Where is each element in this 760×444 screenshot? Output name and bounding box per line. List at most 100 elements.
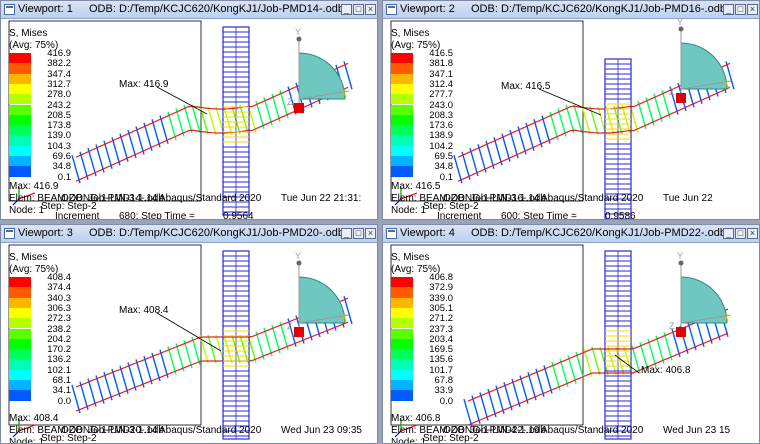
legend-swatch xyxy=(391,156,413,166)
svg-text:X: X xyxy=(723,79,729,89)
step-time-value: 0.9586 xyxy=(605,211,636,220)
viewport-2[interactable]: Viewport: 2 ODB: D:/Temp/KCJC620/KongKJ1/… xyxy=(382,0,760,220)
max-value-label: Max: 406.8 xyxy=(641,365,690,376)
viewport-odb-path: ODB: D:/Temp/KCJC620/KongKJ1/Job-PMD20-.… xyxy=(89,227,344,239)
viewport-title-bar[interactable]: Viewport: 2 ODB: D:/Temp/KCJC620/KongKJ1/… xyxy=(383,1,759,19)
svg-text:X: X xyxy=(341,313,347,323)
viewport-canvas[interactable]: Y Z X S, Mises (Avg: 75%) 408.4 374.4 340.3 306.… xyxy=(1,243,378,444)
close-button[interactable]: × xyxy=(747,228,758,239)
legend-swatch xyxy=(391,53,413,63)
close-button[interactable]: × xyxy=(747,4,758,15)
legend-value: 0.0 xyxy=(417,396,453,407)
viewport-canvas[interactable]: Y Z X S, Mises (Avg: 75%) 416.9 382.2 347.4 312.… xyxy=(1,19,378,220)
date-label: Wed Jun 23 09:35 xyxy=(281,425,362,436)
legend-swatch xyxy=(9,390,31,400)
viewport-canvas[interactable]: Y Z X S, Mises (Avg: 75%) 416.5 381.8 347.1 312.… xyxy=(383,19,760,220)
legend-swatch xyxy=(391,84,413,94)
legend-swatch xyxy=(9,135,31,145)
step-time-value: 0.9564 xyxy=(223,211,254,220)
viewport-title-bar[interactable]: Viewport: 4 ODB: D:/Temp/KCJC620/KongKJ1/… xyxy=(383,225,759,243)
viewport-title-bar[interactable]: Viewport: 3 ODB: D:/Temp/KCJC620/KongKJ1/… xyxy=(1,225,377,243)
viewport-name: Viewport: 2 xyxy=(400,3,455,15)
increment-label: Increment xyxy=(55,211,99,220)
max-value-label: Max: 416.9 xyxy=(119,79,168,90)
viewport-icon xyxy=(386,228,397,239)
increment-value: 600: Step Time = xyxy=(501,211,577,220)
restore-button[interactable]: □ xyxy=(735,4,746,15)
viewport-name: Viewport: 3 xyxy=(18,227,73,239)
legend-swatch xyxy=(9,156,31,166)
contour-legend xyxy=(9,53,31,177)
legend-swatch xyxy=(9,84,31,94)
viewport-odb-path: ODB: D:/Temp/KCJC620/KongKJ1/Job-PMD16-.… xyxy=(471,3,726,15)
legend-swatch xyxy=(9,277,31,287)
restore-button[interactable]: □ xyxy=(353,4,364,15)
minimize-button[interactable]: _ xyxy=(341,4,352,15)
legend-swatch xyxy=(391,329,413,339)
legend-swatch xyxy=(9,318,31,328)
viewport-odb-path: ODB: D:/Temp/KCJC620/KongKJ1/Job-PMD14-.… xyxy=(89,3,344,15)
legend-swatch xyxy=(391,135,413,145)
legend-swatch xyxy=(9,308,31,318)
node-line: Node: 1 xyxy=(391,437,426,444)
viewport-name: Viewport: 1 xyxy=(18,3,73,15)
legend-swatch xyxy=(9,105,31,115)
legend-swatch xyxy=(391,115,413,125)
contour-legend xyxy=(391,53,413,177)
minimize-button[interactable]: _ xyxy=(723,228,734,239)
solver-label: Abaqus/Standard 2020 xyxy=(159,425,261,436)
svg-text:Y: Y xyxy=(677,19,683,27)
viewport-canvas[interactable]: Y Z X S, Mises (Avg: 75%) 406.8 372.9 339.0 305.… xyxy=(383,243,760,444)
minimize-button[interactable]: _ xyxy=(723,4,734,15)
legend-swatch xyxy=(9,146,31,156)
legend-swatch xyxy=(9,349,31,359)
field-variable-label: S, Mises xyxy=(391,252,429,263)
legend-swatch xyxy=(9,298,31,308)
legend-swatch xyxy=(391,125,413,135)
legend-swatch xyxy=(391,105,413,115)
viewport-1[interactable]: Viewport: 1 ODB: D:/Temp/KCJC620/KongKJ1/… xyxy=(0,0,378,220)
increment-label: Increment xyxy=(437,211,481,220)
legend-swatch xyxy=(391,380,413,390)
svg-text:Y: Y xyxy=(677,251,683,261)
close-button[interactable]: × xyxy=(365,4,376,15)
legend-swatch xyxy=(9,329,31,339)
viewport-name: Viewport: 4 xyxy=(400,227,455,239)
svg-text:Y: Y xyxy=(295,251,301,261)
legend-swatch xyxy=(9,74,31,84)
max-summary: Max: 408.4 xyxy=(9,413,58,424)
legend-swatch xyxy=(391,298,413,308)
max-summary: Max: 416.5 xyxy=(391,181,440,192)
svg-text:Z: Z xyxy=(669,321,675,331)
restore-button[interactable]: □ xyxy=(353,228,364,239)
viewport-4[interactable]: Viewport: 4 ODB: D:/Temp/KCJC620/KongKJ1/… xyxy=(382,224,760,444)
legend-value: 0.0 xyxy=(35,396,71,407)
legend-swatch xyxy=(391,349,413,359)
legend-swatch xyxy=(391,308,413,318)
legend-swatch xyxy=(391,318,413,328)
viewport-title-bar[interactable]: Viewport: 1 ODB: D:/Temp/KCJC620/KongKJ1/… xyxy=(1,1,377,19)
increment-value: 680: Step Time = xyxy=(119,211,195,220)
max-summary: Max: 406.8 xyxy=(391,413,440,424)
viewport-3[interactable]: Viewport: 3 ODB: D:/Temp/KCJC620/KongKJ1/… xyxy=(0,224,378,444)
restore-button[interactable]: □ xyxy=(735,228,746,239)
legend-swatch xyxy=(391,63,413,73)
close-button[interactable]: × xyxy=(365,228,376,239)
legend-swatch xyxy=(9,339,31,349)
legend-swatch xyxy=(9,166,31,176)
contour-legend xyxy=(391,277,413,401)
legend-swatch xyxy=(391,166,413,176)
solver-label: Abaqus/Standard 2020 xyxy=(159,193,261,204)
svg-text:Z: Z xyxy=(669,87,675,97)
legend-swatch xyxy=(391,339,413,349)
legend-swatch xyxy=(9,63,31,73)
svg-text:X: X xyxy=(723,313,729,323)
svg-text:Z: Z xyxy=(287,321,293,331)
max-value-label: Max: 408.4 xyxy=(119,305,168,316)
svg-text:Y: Y xyxy=(295,27,301,37)
minimize-button[interactable]: _ xyxy=(341,228,352,239)
legend-swatch xyxy=(391,287,413,297)
legend-swatch xyxy=(9,53,31,63)
legend-swatch xyxy=(391,359,413,369)
field-variable-label: S, Mises xyxy=(9,28,47,39)
